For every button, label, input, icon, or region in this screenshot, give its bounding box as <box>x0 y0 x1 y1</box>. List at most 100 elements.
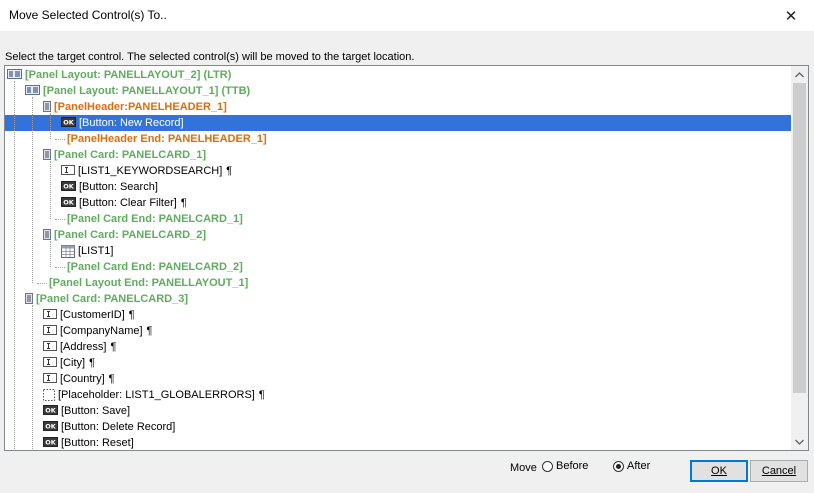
tree-node[interactable]: [Panel Card: PANELCARD_3] <box>5 291 791 307</box>
tree-node-label: [Panel Layout End: PANELLAYOUT_1] <box>49 277 249 289</box>
ok-button[interactable]: OK <box>690 460 748 482</box>
tree-node-label: [LIST1] <box>78 245 114 257</box>
button-ok-icon: OK <box>43 405 58 417</box>
scroll-thumb[interactable] <box>793 83 806 393</box>
tree-guide-line <box>50 161 51 219</box>
textbox-icon <box>61 165 75 177</box>
tree-node-label: [City] <box>60 357 86 369</box>
placeholder-icon <box>43 389 55 401</box>
textbox-icon <box>43 309 57 321</box>
tree-node[interactable]: OK [Button: Search] <box>5 179 791 195</box>
cancel-button[interactable]: Cancel <box>750 460 808 482</box>
tree-node[interactable]: [Panel Card: PANELCARD_1] <box>5 147 791 163</box>
button-ok-icon: OK <box>61 181 76 193</box>
paragraph-mark: ¶ <box>110 341 117 353</box>
button-ok-icon: OK <box>43 437 58 449</box>
tree-node[interactable]: [PanelHeader:PANELHEADER_1] <box>5 99 791 115</box>
button-ok-icon: OK <box>61 117 76 129</box>
tree-guide-line <box>32 305 33 450</box>
svg-text:OK: OK <box>63 183 75 191</box>
title-bar: Move Selected Control(s) To.. ✕ <box>0 0 814 31</box>
vertical-scrollbar[interactable] <box>791 66 808 450</box>
panel-layout-icon <box>25 85 40 97</box>
tree-content: [Panel Layout: PANELLAYOUT_2] (LTR) [Pane… <box>5 66 791 450</box>
panel-icon <box>43 149 51 161</box>
tree-guide-line <box>14 81 15 450</box>
tree-node[interactable]: [Country] ¶ <box>5 371 791 387</box>
tree-node[interactable]: [Panel Layout: PANELLAYOUT_2] (LTR) <box>5 67 791 83</box>
tree-node-label: [PanelHeader:PANELHEADER_1] <box>54 101 227 113</box>
tree-node-label: [Panel Layout: PANELLAYOUT_1] (TTB) <box>43 85 251 97</box>
paragraph-mark: ¶ <box>146 325 153 337</box>
tree-guide-line <box>32 97 33 283</box>
tree-node[interactable]: [City] ¶ <box>5 355 791 371</box>
tree-guide-line <box>50 241 51 267</box>
tree-node[interactable]: [Panel Card: PANELCARD_2] <box>5 227 791 243</box>
tree-node-label: [Button: Reset] <box>61 437 134 449</box>
textbox-icon <box>43 325 57 337</box>
tree-node[interactable]: OK [Button: Clear Filter] ¶ <box>5 195 791 211</box>
tree-node[interactable]: [Panel Card End: PANELCARD_2] <box>5 259 791 275</box>
after-radio-circle[interactable] <box>613 460 624 472</box>
chevron-up-icon <box>795 71 804 77</box>
tree-node[interactable]: [PanelHeader End: PANELHEADER_1] <box>5 131 791 147</box>
tree-node[interactable]: [Address] ¶ <box>5 339 791 355</box>
panel-icon <box>25 293 33 305</box>
svg-text:OK: OK <box>45 423 57 431</box>
paragraph-mark: ¶ <box>89 357 95 369</box>
svg-text:OK: OK <box>45 439 57 447</box>
close-button[interactable]: ✕ <box>768 0 814 31</box>
tree-node-label: [Button: Clear Filter] <box>79 197 177 209</box>
tree-node-label: [Panel Card End: PANELCARD_2] <box>67 261 243 273</box>
tree-node[interactable]: [Panel Layout End: PANELLAYOUT_1] <box>5 275 791 291</box>
paragraph-mark: ¶ <box>180 197 187 209</box>
tree-node-label: [Panel Card: PANELCARD_2] <box>54 229 206 241</box>
tree-node-label: [Placeholder: LIST1_GLOBALERRORS] <box>58 389 255 401</box>
tree-node-label: [CustomerID] <box>60 309 125 321</box>
tree-node-label: [Button: Delete Record] <box>61 421 176 433</box>
tree-node-label: [Button: Search] <box>79 181 158 193</box>
tree-node[interactable]: [LIST1] <box>5 243 791 259</box>
tree-node-label: [Panel Layout: PANELLAYOUT_2] (LTR) <box>25 69 232 81</box>
scroll-up-button[interactable] <box>791 66 808 83</box>
tree-node-label: [Panel Card: PANELCARD_1] <box>54 149 206 161</box>
panel-icon <box>43 101 51 113</box>
tree-connector <box>37 282 47 284</box>
scroll-down-button[interactable] <box>791 433 808 450</box>
textbox-icon <box>43 341 57 353</box>
tree-node-label: [CompanyName] <box>60 325 143 337</box>
grid-icon <box>61 245 75 258</box>
paragraph-mark: ¶ <box>226 165 233 177</box>
tree-node[interactable]: [Placeholder: LIST1_GLOBALERRORS] ¶ <box>5 387 791 403</box>
tree-node[interactable]: [Panel Card End: PANELCARD_1] <box>5 211 791 227</box>
tree-node[interactable]: [LIST1_KEYWORDSEARCH] ¶ <box>5 163 791 179</box>
before-radio[interactable]: Before <box>542 460 588 472</box>
tree-node[interactable]: OK [Button: Delete Record] <box>5 419 791 435</box>
control-tree[interactable]: [Panel Layout: PANELLAYOUT_2] (LTR) [Pane… <box>4 65 809 451</box>
tree-connector <box>55 218 65 220</box>
cancel-button-label: Cancel <box>761 465 797 477</box>
button-ok-icon: OK <box>61 197 76 209</box>
textbox-icon <box>43 373 57 385</box>
paragraph-mark: ¶ <box>108 373 115 385</box>
tree-node[interactable]: [CompanyName] ¶ <box>5 323 791 339</box>
tree-node-label: [Panel Card: PANELCARD_3] <box>36 293 188 305</box>
window-title: Move Selected Control(s) To.. <box>9 8 167 22</box>
tree-node[interactable]: [CustomerID] ¶ <box>5 307 791 323</box>
button-ok-icon: OK <box>43 421 58 433</box>
move-label: Move <box>510 462 537 474</box>
before-radio-label: Before <box>556 460 589 472</box>
after-radio[interactable]: After <box>613 460 650 472</box>
tree-node-label: [Button: Save] <box>61 405 131 417</box>
before-radio-circle[interactable] <box>542 460 553 472</box>
tree-node-label: [Address] <box>60 341 107 353</box>
tree-node[interactable]: OK [Button: Save] <box>5 403 791 419</box>
paragraph-mark: ¶ <box>258 389 265 401</box>
tree-node-label: [LIST1_KEYWORDSEARCH] <box>78 165 223 177</box>
tree-node-label: [Country] <box>60 373 105 385</box>
tree-node-label: [PanelHeader End: PANELHEADER_1] <box>67 133 267 145</box>
tree-node[interactable]: OK [Button: New Record] <box>5 115 791 131</box>
panel-icon <box>43 229 51 241</box>
tree-node[interactable]: OK [Button: Reset] <box>5 435 791 450</box>
tree-node[interactable]: [Panel Layout: PANELLAYOUT_1] (TTB) <box>5 83 791 99</box>
